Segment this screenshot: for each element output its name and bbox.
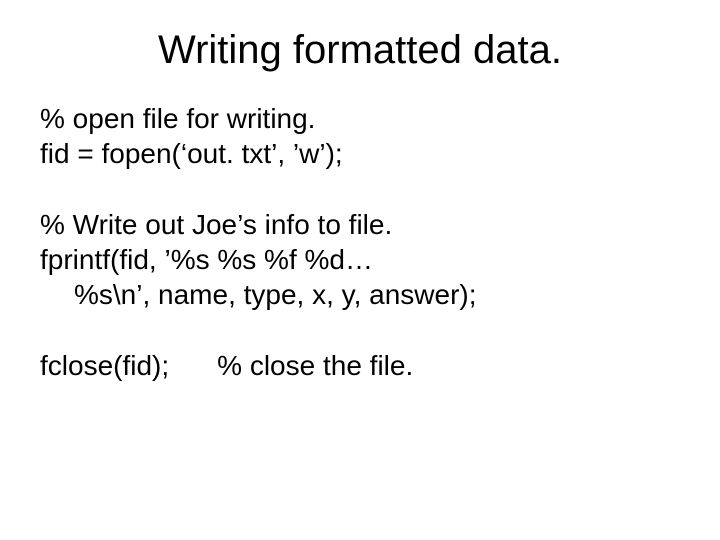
code-block-close: fclose(fid); % close the file.	[40, 348, 680, 383]
comment-close: % close the file.	[217, 348, 413, 383]
code-fprintf-1: fprintf(fid, ’%s %s %f %d…	[40, 242, 680, 277]
code-block-open: % open file for writing. fid = fopen(‘ou…	[40, 101, 680, 171]
slide: Writing formatted data. % open file for …	[0, 0, 720, 540]
slide-title: Writing formatted data.	[40, 28, 680, 73]
code-fopen: fid = fopen(‘out. txt’, ’w’);	[40, 136, 680, 171]
code-fprintf-2: %s\n’, name, type, x, y, answer);	[40, 277, 680, 312]
code-block-write: % Write out Joe’s info to file. fprintf(…	[40, 207, 680, 312]
comment-write: % Write out Joe’s info to file.	[40, 207, 680, 242]
comment-open: % open file for writing.	[40, 101, 680, 136]
code-fclose: fclose(fid);	[40, 348, 169, 383]
